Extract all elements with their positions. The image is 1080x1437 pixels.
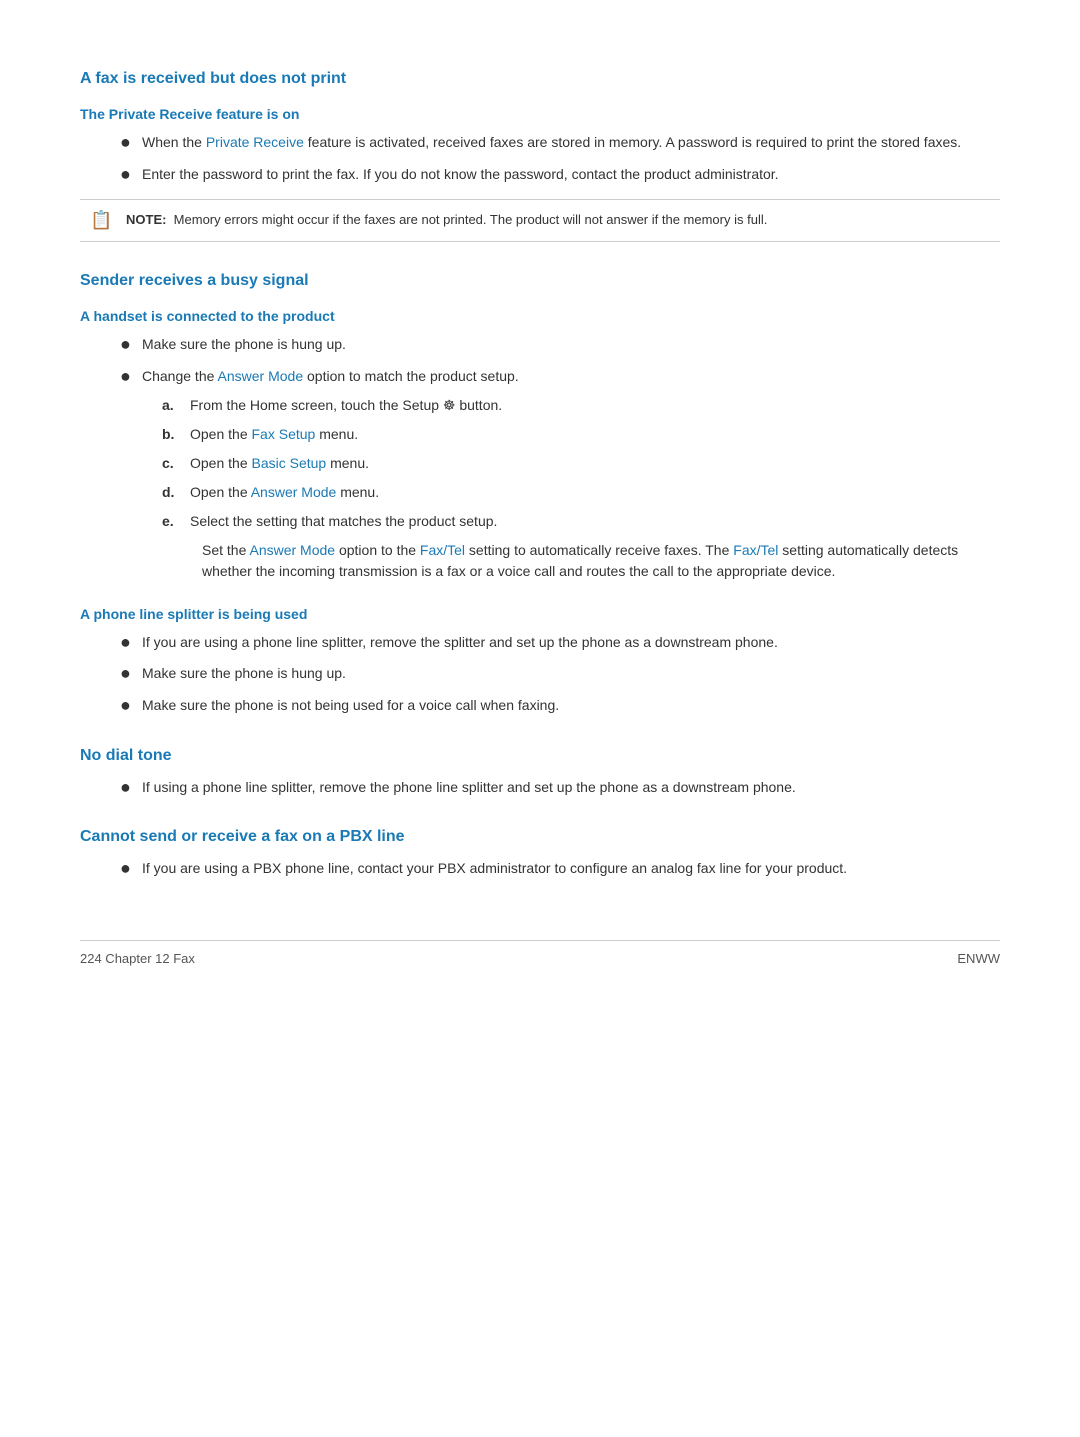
list-item: ● Enter the password to print the fax. I… bbox=[80, 164, 1000, 186]
handset-list: ● Make sure the phone is hung up. ● Chan… bbox=[80, 334, 1000, 588]
list-item: ● Make sure the phone is hung up. bbox=[80, 663, 1000, 685]
step-text: Select the setting that matches the prod… bbox=[190, 511, 1000, 532]
step-text: From the Home screen, touch the Setup ☸ … bbox=[190, 395, 1000, 416]
note-icon: 📋 bbox=[90, 210, 118, 231]
page-content: A fax is received but does not print The… bbox=[80, 70, 1000, 966]
fax-tel-link[interactable]: Fax/Tel bbox=[420, 542, 465, 558]
list-item-text: If you are using a PBX phone line, conta… bbox=[142, 858, 1000, 879]
step-text: Open the Answer Mode menu. bbox=[190, 482, 1000, 503]
answer-mode-link-3[interactable]: Answer Mode bbox=[249, 542, 335, 558]
basic-setup-link[interactable]: Basic Setup bbox=[252, 455, 327, 471]
fax-setup-link[interactable]: Fax Setup bbox=[252, 426, 316, 442]
list-item-text: If you are using a phone line splitter, … bbox=[142, 632, 1000, 653]
splitter-list: ● If you are using a phone line splitter… bbox=[80, 632, 1000, 717]
list-item-text: Make sure the phone is not being used fo… bbox=[142, 695, 1000, 716]
answer-mode-link-2[interactable]: Answer Mode bbox=[251, 484, 337, 500]
no-dial-tone-list: ● If using a phone line splitter, remove… bbox=[80, 777, 1000, 799]
section-title-fax-not-print: A fax is received but does not print bbox=[80, 70, 1000, 88]
sub-step-item: a. From the Home screen, touch the Setup… bbox=[142, 395, 1000, 416]
step-label: e. bbox=[162, 511, 182, 532]
list-item: ● Change the Answer Mode option to match… bbox=[80, 366, 1000, 588]
list-item: ● When the Private Receive feature is ac… bbox=[80, 132, 1000, 154]
subsection-title-private-receive: The Private Receive feature is on bbox=[80, 106, 1000, 122]
footer-right: ENWW bbox=[957, 951, 1000, 966]
sub-step-item: b. Open the Fax Setup menu. bbox=[142, 424, 1000, 445]
sub-step-item: c. Open the Basic Setup menu. bbox=[142, 453, 1000, 474]
footer-left: 224 Chapter 12 Fax bbox=[80, 951, 195, 966]
fax-tel-link-2[interactable]: Fax/Tel bbox=[733, 542, 778, 558]
section-title-pbx: Cannot send or receive a fax on a PBX li… bbox=[80, 828, 1000, 846]
step-label: a. bbox=[162, 395, 182, 416]
note-box: 📋 NOTE: Memory errors might occur if the… bbox=[80, 199, 1000, 242]
private-receive-link[interactable]: Private Receive bbox=[206, 134, 304, 150]
list-item-text: When the Private Receive feature is acti… bbox=[142, 132, 1000, 153]
bullet-icon: ● bbox=[120, 132, 132, 154]
bullet-icon: ● bbox=[120, 632, 132, 654]
private-receive-list: ● When the Private Receive feature is ac… bbox=[80, 132, 1000, 185]
list-item: ● Make sure the phone is hung up. bbox=[80, 334, 1000, 356]
note-text: NOTE: Memory errors might occur if the f… bbox=[126, 210, 767, 230]
bullet-icon: ● bbox=[120, 366, 132, 388]
subsection-title-splitter: A phone line splitter is being used bbox=[80, 606, 1000, 622]
list-item-text: Change the Answer Mode option to match t… bbox=[142, 366, 1000, 588]
list-item-text: Enter the password to print the fax. If … bbox=[142, 164, 1000, 185]
bullet-icon: ● bbox=[120, 858, 132, 880]
list-item: ● If you are using a phone line splitter… bbox=[80, 632, 1000, 654]
step-text: Open the Fax Setup menu. bbox=[190, 424, 1000, 445]
bullet-icon: ● bbox=[120, 663, 132, 685]
bullet-icon: ● bbox=[120, 695, 132, 717]
section-title-no-dial-tone: No dial tone bbox=[80, 747, 1000, 765]
step-label: b. bbox=[162, 424, 182, 445]
bullet-icon: ● bbox=[120, 777, 132, 799]
subsection-title-handset: A handset is connected to the product bbox=[80, 308, 1000, 324]
page-footer: 224 Chapter 12 Fax ENWW bbox=[80, 940, 1000, 966]
bullet-icon: ● bbox=[120, 164, 132, 186]
list-item-text: If using a phone line splitter, remove t… bbox=[142, 777, 1000, 798]
step-text: Open the Basic Setup menu. bbox=[190, 453, 1000, 474]
step-label: c. bbox=[162, 453, 182, 474]
answer-mode-link[interactable]: Answer Mode bbox=[218, 368, 304, 384]
list-item: ● Make sure the phone is not being used … bbox=[80, 695, 1000, 717]
sub-step-item: e. Select the setting that matches the p… bbox=[142, 511, 1000, 532]
sub-step-item: d. Open the Answer Mode menu. bbox=[142, 482, 1000, 503]
list-item-text: Make sure the phone is hung up. bbox=[142, 334, 1000, 355]
extra-para: Set the Answer Mode option to the Fax/Te… bbox=[202, 540, 1000, 582]
step-label: d. bbox=[162, 482, 182, 503]
sub-steps-list: a. From the Home screen, touch the Setup… bbox=[142, 395, 1000, 532]
list-item-text: Make sure the phone is hung up. bbox=[142, 663, 1000, 684]
list-item: ● If you are using a PBX phone line, con… bbox=[80, 858, 1000, 880]
list-item: ● If using a phone line splitter, remove… bbox=[80, 777, 1000, 799]
pbx-list: ● If you are using a PBX phone line, con… bbox=[80, 858, 1000, 880]
bullet-icon: ● bbox=[120, 334, 132, 356]
section-title-busy-signal: Sender receives a busy signal bbox=[80, 272, 1000, 290]
